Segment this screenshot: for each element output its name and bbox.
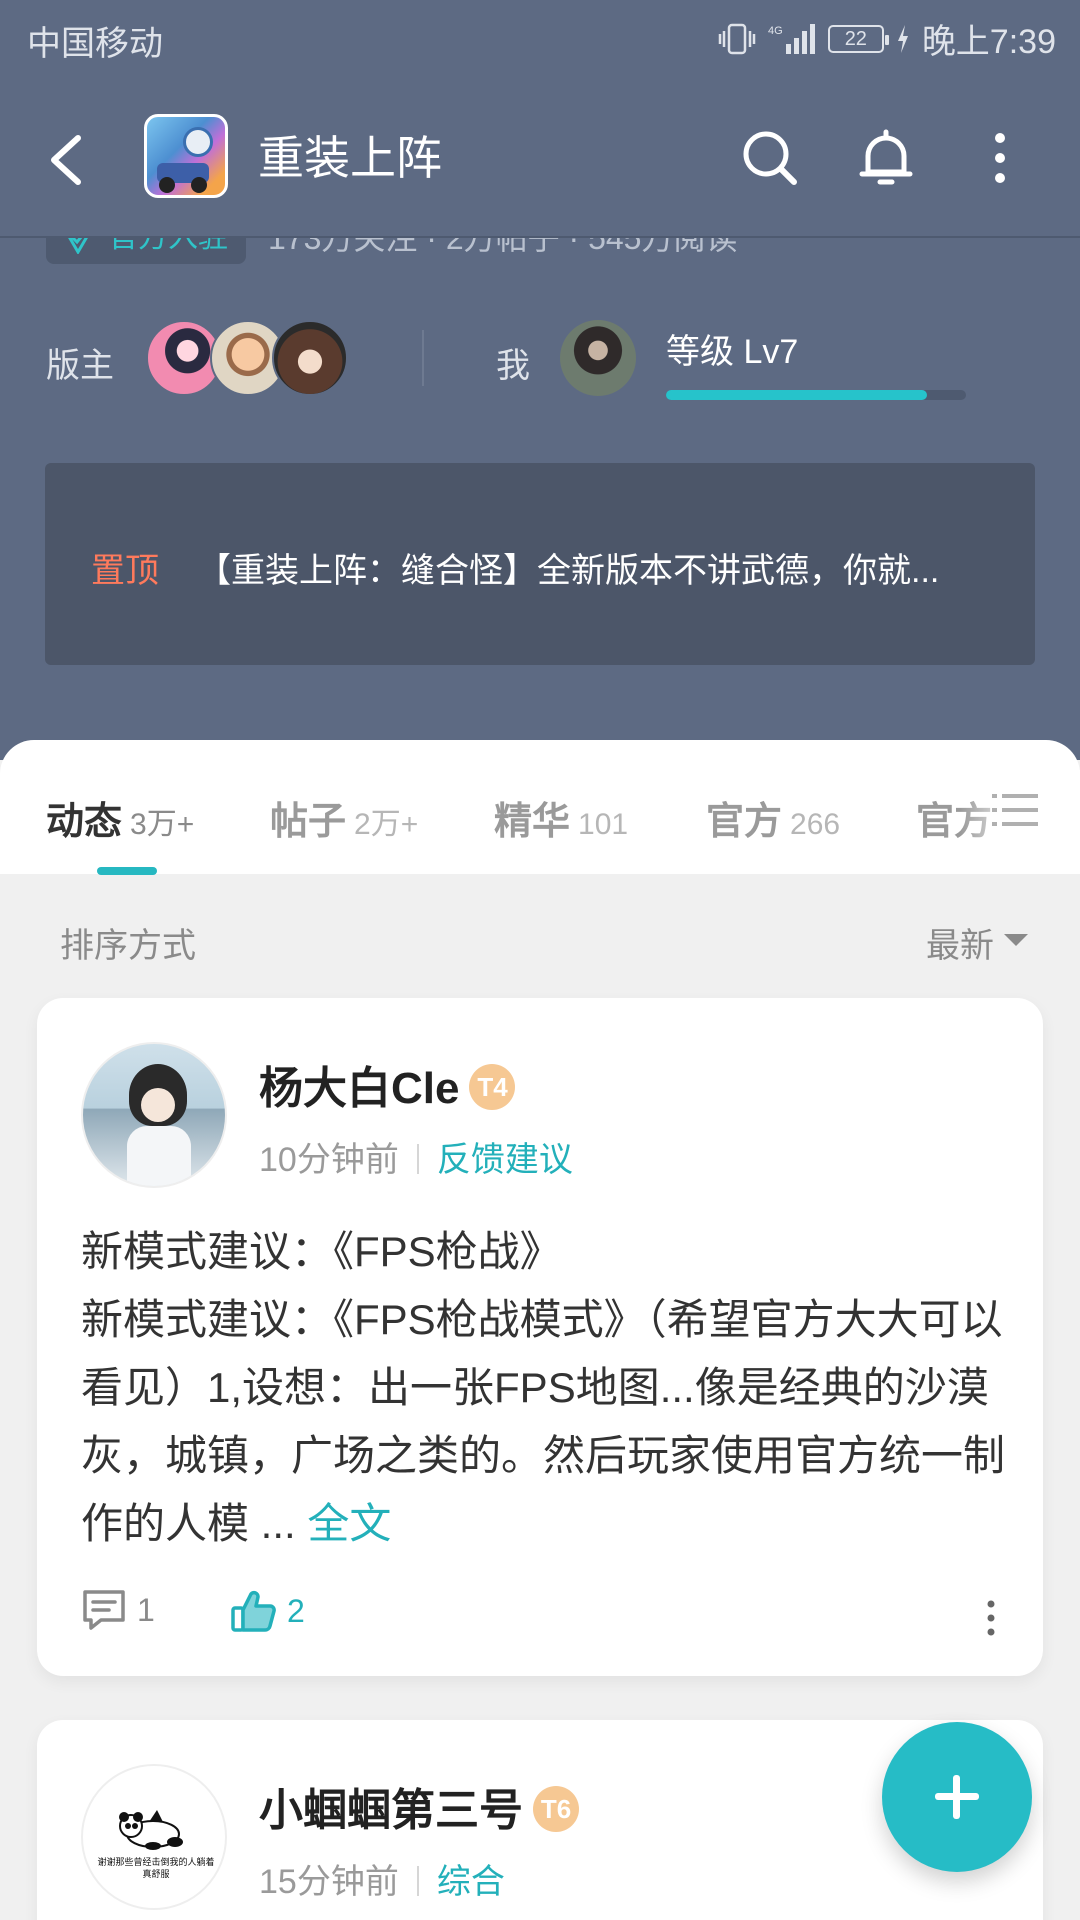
tab-dynamic[interactable]: 动态 3万+ bbox=[46, 790, 194, 845]
moderators-label: 版主 bbox=[46, 347, 114, 385]
like-button[interactable]: 2 bbox=[231, 1588, 305, 1634]
forum-title: 重装上阵 bbox=[258, 132, 442, 184]
tab-posts[interactable]: 帖子 2万+ bbox=[270, 790, 418, 845]
like-count: 2 bbox=[287, 1592, 305, 1629]
sort-label: 排序方式 bbox=[60, 927, 196, 965]
post-category[interactable]: 反馈建议 bbox=[437, 1141, 573, 1179]
tab-label: 官方 bbox=[706, 801, 783, 843]
me-label: 我 bbox=[496, 347, 530, 385]
avatar-caption: 谢谢那些曾经击倒我的人躺着真舒服 bbox=[97, 1857, 215, 1879]
author-avatar[interactable] bbox=[81, 1042, 227, 1188]
thumbs-up-icon bbox=[231, 1590, 276, 1632]
charging-icon bbox=[897, 24, 908, 53]
clock: 晚上7:39 bbox=[921, 23, 1056, 61]
level-progress-bar bbox=[666, 390, 966, 400]
sort-dropdown[interactable]: 最新 bbox=[926, 918, 994, 967]
back-arrow-icon[interactable] bbox=[40, 124, 96, 194]
more-vertical-icon[interactable] bbox=[960, 118, 1040, 198]
tab-count: 2万+ bbox=[354, 808, 419, 841]
author-name[interactable]: 小蝈蝈第三号 T6 bbox=[259, 1774, 579, 1838]
network-type: 4G bbox=[768, 25, 783, 37]
author-name-text: 杨大白Cle bbox=[259, 1064, 460, 1113]
moderators-row: 版主 我 等级 Lv7 bbox=[0, 316, 1080, 406]
official-badge: 官方入驻 bbox=[46, 238, 246, 264]
vibrate-icon bbox=[718, 23, 756, 54]
divider bbox=[422, 330, 424, 386]
comment-button[interactable]: 1 bbox=[81, 1588, 155, 1632]
post-meta: 10分钟前 反馈建议 bbox=[259, 1132, 573, 1181]
user-level-badge: T4 bbox=[469, 1064, 516, 1111]
tab-bar: 动态 3万+ 帖子 2万+ 精华 101 官方 266 官方 bbox=[0, 740, 1080, 875]
tab-label: 精华 bbox=[494, 801, 571, 843]
read-more-link[interactable]: 全文 bbox=[307, 1500, 391, 1547]
panda-image bbox=[119, 1810, 183, 1850]
tab-label: 动态 bbox=[46, 801, 123, 843]
add-post-button[interactable] bbox=[882, 1722, 1032, 1872]
more-vertical-icon[interactable] bbox=[981, 1598, 1001, 1638]
post-time: 15分钟前 bbox=[259, 1863, 399, 1901]
post-body-text: 新模式建议：《FPS枪战模式》（希望官方大大可以看见）1,设想：出一张FPS地图… bbox=[81, 1296, 1006, 1547]
user-level-badge: T6 bbox=[533, 1786, 579, 1833]
game-icon[interactable] bbox=[144, 114, 228, 198]
moderator-avatar[interactable] bbox=[272, 320, 348, 396]
verified-icon bbox=[68, 238, 88, 254]
sort-bar: 排序方式 最新 bbox=[0, 874, 1080, 998]
stats-text: 173万关注 · 2万帖子 · 545万阅读 bbox=[268, 238, 738, 256]
tab-count: 266 bbox=[790, 808, 841, 841]
post-actions: 1 2 bbox=[81, 1588, 1001, 1648]
level-progress-fill bbox=[666, 390, 927, 400]
comment-count: 1 bbox=[137, 1591, 155, 1628]
tab-count: 3万+ bbox=[130, 808, 195, 841]
tab-list-icon[interactable] bbox=[992, 790, 1038, 830]
carrier-name: 中国移动 bbox=[27, 25, 163, 63]
author-name-text: 小蝈蝈第三号 bbox=[259, 1786, 523, 1835]
search-icon[interactable] bbox=[730, 118, 810, 198]
post-category[interactable]: 综合 bbox=[437, 1863, 505, 1901]
official-badge-label: 官方入驻 bbox=[108, 238, 228, 254]
comment-icon bbox=[83, 1590, 125, 1630]
divider bbox=[416, 1144, 419, 1175]
caret-down-icon[interactable] bbox=[1004, 934, 1028, 946]
post-body: 新模式建议：《FPS枪战模式》（希望官方大大可以看见）1,设想：出一张FPS地图… bbox=[81, 1286, 1031, 1558]
tab-featured[interactable]: 精华 101 bbox=[494, 790, 628, 845]
my-avatar[interactable] bbox=[560, 320, 636, 396]
post-time: 10分钟前 bbox=[259, 1141, 399, 1179]
forum-stats: 官方入驻 173万关注 · 2万帖子 · 545万阅读 bbox=[0, 238, 1080, 268]
bell-icon[interactable] bbox=[846, 118, 926, 198]
author-avatar[interactable]: 谢谢那些曾经击倒我的人躺着真舒服 bbox=[81, 1764, 227, 1910]
divider bbox=[416, 1866, 419, 1897]
status-icons: 4G 22 晚上7:39 bbox=[718, 14, 1056, 63]
nav-bar: 重装上阵 bbox=[0, 80, 1080, 238]
pinned-post[interactable]: 置顶 【重装上阵：缝合怪】全新版本不讲武德，你就... bbox=[45, 463, 1035, 665]
pinned-text: 【重装上阵：缝合怪】全新版本不讲武德，你就... bbox=[197, 552, 940, 590]
battery-icon: 22 bbox=[827, 24, 889, 53]
author-name[interactable]: 杨大白Cle T4 bbox=[259, 1052, 516, 1116]
post-card[interactable]: 杨大白Cle T4 10分钟前 反馈建议 新模式建议：《FPS枪战》 新模式建议：《… bbox=[37, 998, 1043, 1676]
forum-header: 中国移动 4G 22 晚上7:39 重装上阵 173万关注 · 2万帖子 · 5… bbox=[0, 0, 1080, 760]
tab-label: 帖子 bbox=[270, 801, 347, 843]
status-bar: 中国移动 4G 22 晚上7:39 bbox=[0, 0, 1080, 76]
pinned-tag: 置顶 bbox=[91, 552, 159, 590]
post-title: 新模式建议：《FPS枪战》 bbox=[81, 1228, 562, 1275]
signal-icon: 4G bbox=[768, 23, 815, 54]
tab-count: 101 bbox=[578, 808, 629, 841]
post-meta: 15分钟前 综合 bbox=[259, 1854, 505, 1903]
level-label: 等级 Lv7 bbox=[666, 333, 799, 371]
tab-official[interactable]: 官方 266 bbox=[706, 790, 840, 845]
